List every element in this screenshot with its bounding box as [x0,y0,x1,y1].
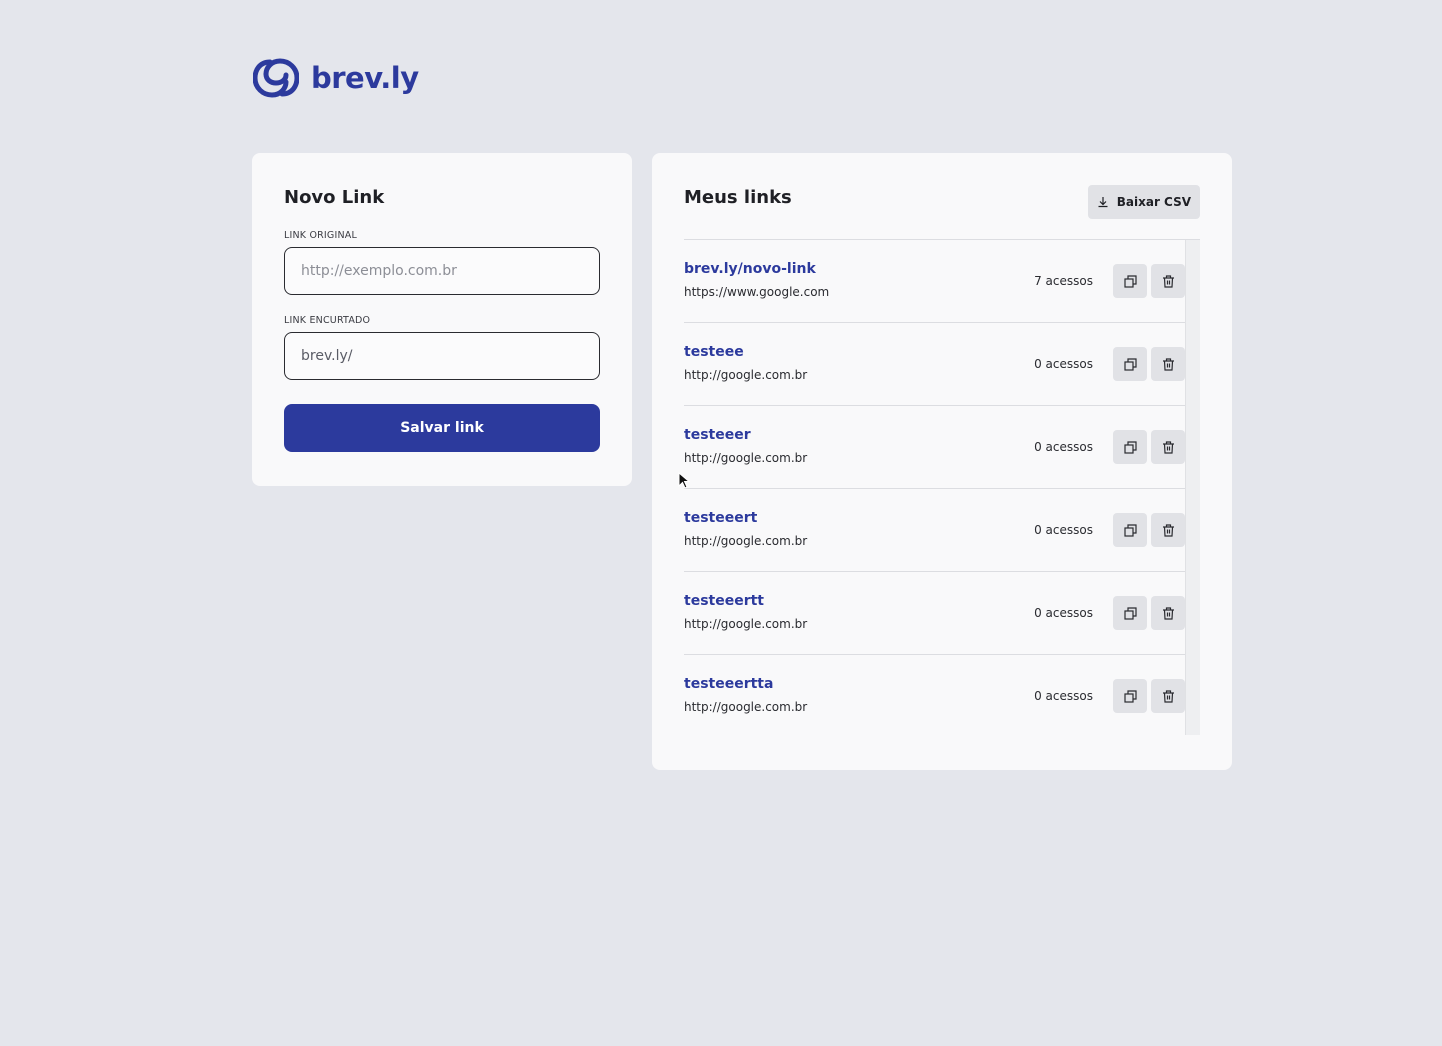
short-link[interactable]: brev.ly/novo-link [684,261,816,277]
short-link[interactable]: testeeertta [684,676,773,692]
trash-icon [1162,274,1174,288]
original-link-label: LINK ORIGINAL [284,230,357,241]
new-link-title: Novo Link [284,187,385,208]
link-row: testeeer http://google.com.br 0 acessos [684,406,1185,489]
logo-icon [253,58,299,98]
short-link[interactable]: testeee [684,344,744,360]
logo-text: brev.ly [311,61,419,95]
original-url: https://www.google.com [684,285,830,299]
access-count: 0 acessos [1034,523,1093,537]
copy-icon [1123,357,1137,371]
access-count: 0 acessos [1034,357,1093,371]
link-row: brev.ly/novo-link https://www.google.com… [684,240,1185,323]
links-scrollbar[interactable] [1185,240,1200,735]
copy-link-button[interactable] [1113,264,1147,298]
original-url: http://google.com.br [684,534,808,548]
download-csv-label: Baixar CSV [1116,195,1191,209]
my-links-header: Meus links Baixar CSV [684,185,1200,219]
copy-link-button[interactable] [1113,430,1147,464]
download-icon [1098,197,1108,208]
copy-icon [1123,440,1137,454]
short-link[interactable]: testeeertt [684,593,764,609]
original-url: http://google.com.br [684,700,808,714]
link-row: testeeertta http://google.com.br 0 acess… [684,655,1185,738]
short-link-input[interactable] [301,348,583,364]
copy-link-button[interactable] [1113,596,1147,630]
original-url: http://google.com.br [684,617,808,631]
trash-icon [1162,606,1174,620]
copy-link-button[interactable] [1113,513,1147,547]
delete-link-button[interactable] [1151,679,1185,713]
new-link-card: Novo Link LINK ORIGINAL LINK ENCURTADO S… [252,153,632,486]
link-row: testeee http://google.com.br 0 acessos [684,323,1185,406]
access-count: 7 acessos [1034,274,1093,288]
trash-icon [1162,689,1174,703]
delete-link-button[interactable] [1151,347,1185,381]
copy-icon [1123,689,1137,703]
copy-icon [1123,523,1137,537]
copy-link-button[interactable] [1113,679,1147,713]
trash-icon [1162,523,1174,537]
short-link[interactable]: testeeer [684,427,751,443]
access-count: 0 acessos [1034,440,1093,454]
original-link-input[interactable] [301,263,583,279]
trash-icon [1162,440,1174,454]
download-csv-button[interactable]: Baixar CSV [1087,185,1200,219]
trash-icon [1162,357,1174,371]
access-count: 0 acessos [1034,606,1093,620]
original-link-field [284,247,600,295]
copy-icon [1123,274,1137,288]
my-links-card: Meus links Baixar CSV brev.ly/novo-link … [652,153,1232,770]
link-row: testeeert http://google.com.br 0 acessos [684,489,1185,572]
original-url: http://google.com.br [684,451,808,465]
delete-link-button[interactable] [1151,513,1185,547]
short-link-label: LINK ENCURTADO [284,315,371,326]
delete-link-button[interactable] [1151,264,1185,298]
my-links-title: Meus links [684,187,792,208]
delete-link-button[interactable] [1151,596,1185,630]
save-link-button[interactable]: Salvar link [284,404,600,452]
links-list[interactable]: brev.ly/novo-link https://www.google.com… [684,239,1200,735]
delete-link-button[interactable] [1151,430,1185,464]
mouse-cursor-icon [678,472,690,489]
short-link[interactable]: testeeert [684,510,757,526]
link-row: testeeertt http://google.com.br 0 acesso… [684,572,1185,655]
access-count: 0 acessos [1034,689,1093,703]
copy-icon [1123,606,1137,620]
short-link-field [284,332,600,380]
brand-logo[interactable]: brev.ly [253,58,419,98]
copy-link-button[interactable] [1113,347,1147,381]
original-url: http://google.com.br [684,368,808,382]
